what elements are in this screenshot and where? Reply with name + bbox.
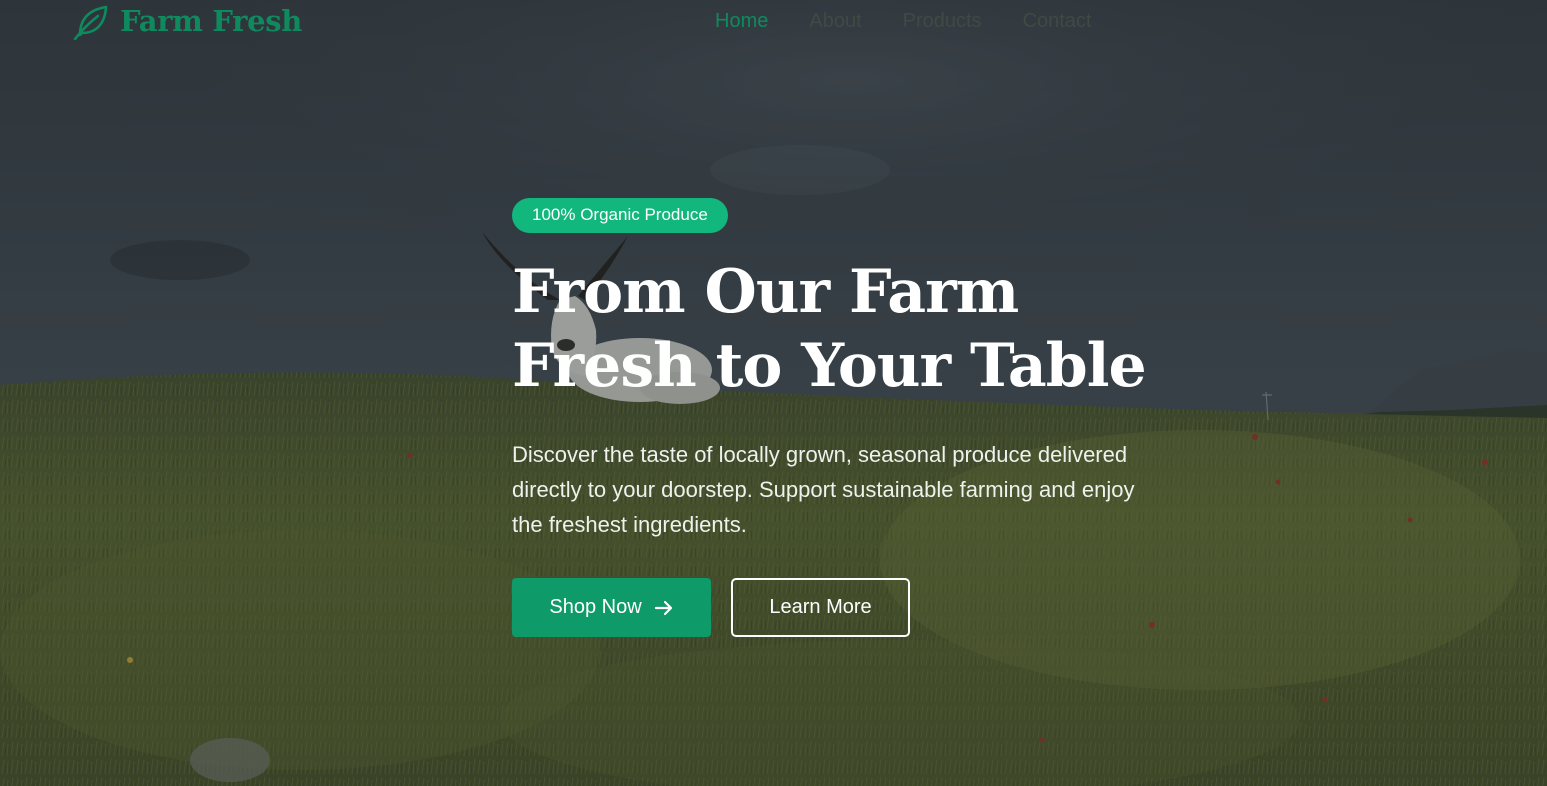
arrow-right-icon [654, 600, 672, 615]
leaf-icon [73, 5, 108, 40]
nav-item-products[interactable]: Products [903, 10, 982, 33]
shop-now-label: Shop Now [549, 596, 642, 618]
nav-links: Home About Products Contact [715, 10, 1133, 33]
brand-logo[interactable]: Farm Fresh [72, 2, 302, 40]
nav-item-contact[interactable]: Contact [1023, 10, 1092, 33]
landing-page: Farm Fresh Home About Products Contact 1… [0, 0, 1547, 786]
hero-title: From Our Farm Fresh to Your Table [512, 255, 1192, 403]
learn-more-button[interactable]: Learn More [731, 578, 910, 637]
organic-badge: 100% Organic Produce [512, 198, 728, 233]
navbar: Farm Fresh Home About Products Contact [0, 0, 1547, 48]
cta-buttons: Shop Now Learn More [512, 578, 910, 637]
hero-title-line-1: From Our Farm [512, 257, 1019, 327]
hero-content: 100% Organic Produce From Our Farm Fresh… [512, 198, 1192, 637]
nav-item-home[interactable]: Home [715, 10, 768, 33]
learn-more-label: Learn More [769, 596, 872, 618]
brand-name: Farm Fresh [120, 4, 303, 38]
hero-title-line-2: Fresh to Your Table [512, 331, 1147, 401]
hero-description: Discover the taste of locally grown, sea… [512, 442, 1135, 537]
nav-item-about[interactable]: About [809, 10, 861, 33]
shop-now-button[interactable]: Shop Now [512, 578, 711, 637]
